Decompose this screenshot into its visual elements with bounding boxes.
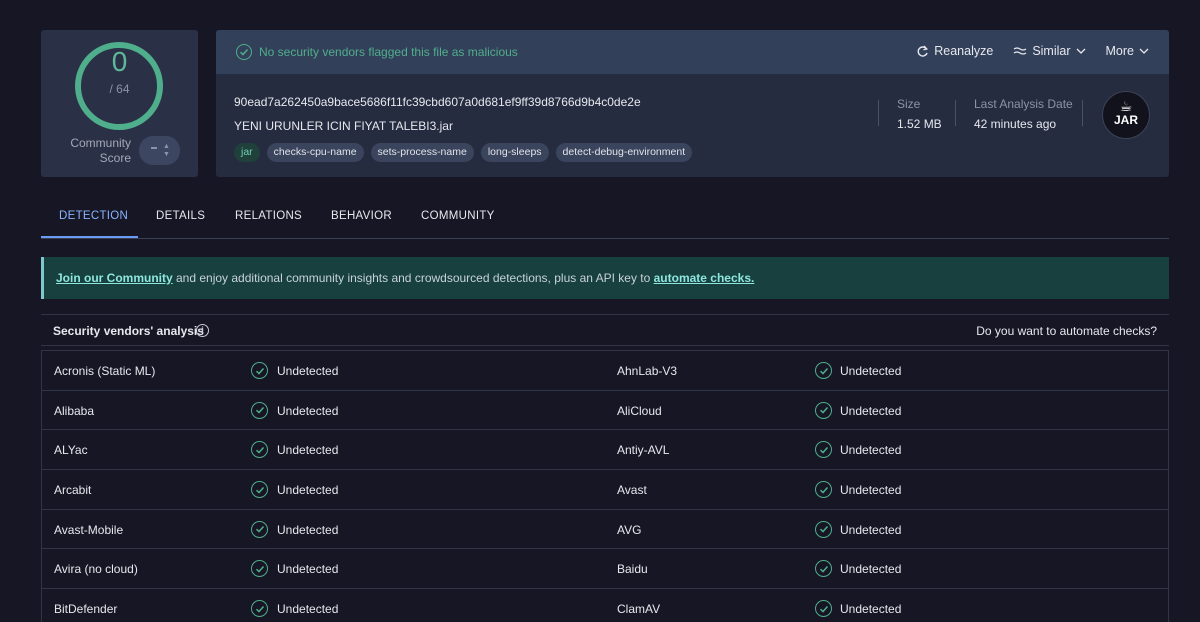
vendor-result: Undetected [277, 522, 339, 537]
vendor-result: Undetected [277, 602, 339, 617]
vote-up-icon[interactable]: ▲ [163, 143, 170, 150]
check-circle-icon [815, 481, 832, 499]
vendor-name: AVG [617, 522, 642, 537]
vendor-name: ALYac [54, 443, 88, 458]
vendor-result: Undetected [277, 403, 339, 418]
file-tag[interactable]: long-sleeps [480, 143, 549, 162]
check-circle-icon [815, 401, 832, 419]
reanalyze-button[interactable]: Reanalyze [916, 44, 993, 58]
vendor-result: Undetected [840, 364, 902, 378]
vendor-result: Undetected [840, 483, 902, 498]
chevron-down-icon [1076, 48, 1085, 54]
info-icon[interactable]: i [196, 324, 209, 337]
similar-dropdown[interactable]: Similar [1013, 44, 1085, 58]
vendor-name: Avira (no cloud) [54, 562, 138, 577]
report-tabs: DETECTION DETAILS RELATIONS BEHAVIOR COM… [41, 197, 1169, 239]
table-row: Arcabit Undetected Avast Undetected [42, 470, 1168, 510]
automate-checks-prompt[interactable]: Do you want to automate checks? [976, 324, 1157, 338]
file-tags: jar checks-cpu-name sets-process-name lo… [234, 143, 693, 162]
vendor-result: Undetected [277, 562, 339, 577]
file-hash[interactable]: 90ead7a262450a9bace5686f11fc39cbd607a0d6… [234, 95, 641, 109]
automate-checks-link[interactable]: automate checks. [654, 271, 755, 285]
vendor-name: Antiy-AVL [617, 443, 670, 458]
check-circle-icon [251, 481, 268, 499]
check-circle-icon [251, 441, 268, 459]
vendor-result: Undetected [840, 602, 902, 617]
check-circle-icon [815, 362, 832, 379]
refresh-icon [917, 45, 929, 57]
check-circle-icon [815, 441, 832, 459]
check-circle-icon [236, 44, 252, 60]
community-score-label: Community Score [70, 136, 131, 165]
file-tag[interactable]: jar [234, 143, 260, 162]
table-row: Acronis (Static ML) Undetected AhnLab-V3 Un… [42, 351, 1168, 391]
vendor-name: Baidu [617, 562, 648, 577]
table-row: BitDefender Undetected ClamAV Undetected [42, 589, 1168, 622]
check-circle-icon [815, 560, 832, 578]
chevron-down-icon [1139, 48, 1149, 54]
detection-count: 0 [111, 46, 128, 77]
active-tab-indicator [41, 236, 138, 238]
vote-neutral-icon [151, 147, 157, 149]
vendors-table: Acronis (Static ML) Undetected AhnLab-V3 Un… [41, 350, 1169, 622]
vendor-result: Undetected [277, 483, 339, 498]
last-analysis-date: Last Analysis Date 42 minutes ago [974, 97, 1073, 131]
vendor-name: AhnLab-V3 [617, 364, 678, 378]
verdict-bar: No security vendors flagged this file as… [216, 30, 1169, 74]
vendors-analysis-header: Security vendors' analysis i Do you want… [41, 314, 1169, 346]
vendor-result: Undetected [840, 443, 902, 458]
tab-behavior[interactable]: BEHAVIOR [331, 210, 392, 222]
vote-down-icon[interactable]: ▼ [163, 151, 170, 158]
tab-details[interactable]: DETAILS [156, 210, 205, 222]
vendor-name: Avast-Mobile [54, 522, 124, 537]
table-row: ALYac Undetected Antiy-AVL Undetected [42, 430, 1168, 471]
community-score-card: 0 / 64 Community Score ▲ ▼ [41, 30, 198, 177]
more-dropdown[interactable]: More [1106, 44, 1149, 58]
divider [1082, 100, 1083, 126]
divider [955, 100, 956, 126]
file-size: Size 1.52 MB [897, 97, 942, 131]
vendor-result: Undetected [277, 364, 339, 378]
community-vote-control[interactable]: ▲ ▼ [139, 136, 180, 165]
divider [878, 100, 879, 126]
tab-relations[interactable]: RELATIONS [235, 210, 302, 222]
vendor-result: Undetected [840, 562, 902, 577]
vendor-name: Avast [617, 483, 647, 498]
vendor-result: Undetected [840, 403, 902, 418]
check-circle-icon [815, 520, 832, 538]
similar-icon [1013, 47, 1027, 55]
table-row: Avira (no cloud) Undetected Baidu Undetecte… [42, 549, 1168, 590]
vendor-name: AliCloud [617, 403, 662, 418]
file-tag[interactable]: checks-cpu-name [266, 143, 364, 162]
file-name: YENI URUNLER ICIN FIYAT TALEBI3.jar [234, 119, 453, 133]
verdict-text: No security vendors flagged this file as… [259, 45, 518, 59]
file-type-badge: ☕ JAR [1102, 91, 1150, 139]
vendor-result: Undetected [277, 443, 339, 458]
vendor-result: Undetected [840, 522, 902, 537]
file-info-card: No security vendors flagged this file as… [216, 30, 1169, 177]
section-title: Security vendors' analysis [53, 324, 204, 338]
check-circle-icon [251, 520, 268, 538]
table-row: Avast-Mobile Undetected AVG Undetected [42, 510, 1168, 550]
file-tag[interactable]: detect-debug-environment [555, 143, 693, 162]
vendor-name: Arcabit [54, 483, 92, 498]
vendor-name: Acronis (Static ML) [54, 364, 156, 378]
vendor-name: ClamAV [617, 602, 661, 617]
vendor-name: BitDefender [54, 602, 118, 617]
join-community-link[interactable]: Join our Community [56, 271, 173, 285]
community-banner: Join our Community and enjoy additional … [41, 257, 1169, 299]
table-row: Alibaba Undetected AliCloud Undetected [42, 391, 1168, 431]
check-circle-icon [251, 560, 268, 578]
check-circle-icon [251, 362, 268, 379]
vendor-name: Alibaba [54, 403, 95, 418]
tab-community[interactable]: COMMUNITY [421, 210, 495, 222]
file-tag[interactable]: sets-process-name [370, 143, 474, 162]
check-circle-icon [251, 401, 268, 419]
check-circle-icon [815, 600, 832, 618]
check-circle-icon [251, 600, 268, 618]
detection-total: / 64 [109, 82, 130, 96]
tab-detection[interactable]: DETECTION [59, 210, 128, 222]
java-cup-icon: ☕ [1119, 98, 1133, 114]
